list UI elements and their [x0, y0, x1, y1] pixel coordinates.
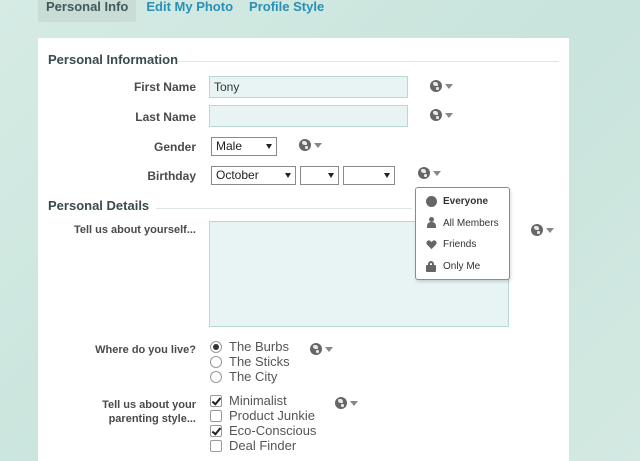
checkbox[interactable]	[210, 425, 222, 437]
chevron-down-icon	[350, 401, 358, 406]
lock-icon	[426, 261, 436, 272]
birthday-month-select[interactable]: October	[211, 166, 296, 185]
checkbox-label: Eco-Conscious	[229, 423, 317, 438]
first-name-privacy-button[interactable]	[430, 80, 456, 94]
heart-icon	[426, 239, 437, 250]
birthday-label: Birthday	[147, 169, 196, 183]
radio-button[interactable]	[210, 371, 222, 383]
personal-information-heading: Personal Information	[48, 52, 179, 67]
last-name-privacy-button[interactable]	[430, 109, 456, 123]
checkbox[interactable]	[210, 440, 222, 452]
gender-select[interactable]: Male	[211, 137, 277, 156]
last-name-input[interactable]	[209, 105, 408, 127]
tab-edit-my-photo[interactable]: Edit My Photo	[138, 0, 241, 22]
checkbox-label: Deal Finder	[229, 438, 297, 453]
privacy-option-label: Everyone	[443, 196, 489, 207]
globe-icon	[430, 80, 442, 92]
chevron-down-icon	[328, 173, 334, 178]
first-name-input[interactable]: Tony	[209, 76, 408, 98]
parenting-privacy-button[interactable]	[335, 397, 361, 411]
privacy-option-label: All Members	[443, 218, 499, 229]
globe-icon	[426, 196, 437, 207]
last-name-label: Last Name	[135, 110, 196, 124]
chevron-down-icon	[384, 173, 390, 178]
profile-tabs: Personal Info Edit My Photo Profile Styl…	[38, 0, 332, 22]
privacy-dropdown-menu: Everyone All Members Friends Only Me	[415, 187, 510, 280]
privacy-option-all-members[interactable]: All Members	[416, 214, 509, 234]
chevron-down-icon	[285, 173, 291, 178]
globe-icon	[310, 343, 322, 355]
checkbox-label: Product Junkie	[229, 408, 315, 423]
radio-label: The Sticks	[229, 354, 290, 369]
gender-select-value: Male	[216, 139, 243, 153]
globe-icon	[418, 167, 430, 179]
checkbox[interactable]	[210, 410, 222, 422]
personal-details-heading: Personal Details	[48, 198, 150, 213]
gender-label: Gender	[153, 140, 196, 154]
about-privacy-button[interactable]	[531, 224, 557, 238]
checkbox[interactable]	[210, 395, 222, 407]
gender-privacy-button[interactable]	[299, 139, 325, 153]
radio-label: The City	[229, 369, 278, 384]
privacy-option-everyone[interactable]: Everyone	[416, 192, 509, 212]
globe-icon	[299, 139, 311, 151]
globe-icon	[335, 397, 347, 409]
globe-icon	[531, 224, 543, 236]
globe-icon	[430, 109, 442, 121]
birthday-privacy-button[interactable]	[418, 167, 444, 181]
privacy-option-only-me[interactable]: Only Me	[416, 257, 509, 277]
radio-button[interactable]	[210, 356, 222, 368]
first-name-label: First Name	[133, 80, 196, 94]
person-icon	[426, 217, 437, 229]
chevron-down-icon	[445, 113, 453, 118]
privacy-option-label: Only Me	[443, 261, 481, 272]
privacy-option-label: Friends	[443, 239, 477, 250]
section-divider	[178, 61, 559, 62]
chevron-down-icon	[445, 84, 453, 89]
checkbox-label: Minimalist	[229, 393, 287, 408]
birthday-month-value: October	[216, 168, 259, 182]
chevron-down-icon	[314, 143, 322, 148]
tab-personal-info[interactable]: Personal Info	[38, 0, 137, 22]
chevron-down-icon	[433, 171, 441, 176]
parenting-style-label-line2: parenting style...	[108, 413, 196, 425]
parenting-style-label: Tell us about your parenting style...	[58, 398, 196, 426]
about-yourself-label: Tell us about yourself...	[73, 224, 196, 236]
radio-label: The Burbs	[229, 339, 289, 354]
birthday-year-select[interactable]	[343, 166, 395, 185]
parenting-style-label-line1: Tell us about your	[102, 399, 196, 411]
privacy-option-friends[interactable]: Friends	[416, 235, 509, 255]
chevron-down-icon	[546, 228, 554, 233]
tab-profile-style[interactable]: Profile Style	[241, 0, 332, 22]
live-privacy-button[interactable]	[310, 343, 336, 357]
where-live-label: Where do you live?	[95, 344, 196, 356]
radio-button[interactable]	[210, 341, 222, 353]
chevron-down-icon	[266, 144, 272, 149]
section-divider	[156, 208, 412, 209]
chevron-down-icon	[325, 347, 333, 352]
birthday-day-select[interactable]	[300, 166, 339, 185]
